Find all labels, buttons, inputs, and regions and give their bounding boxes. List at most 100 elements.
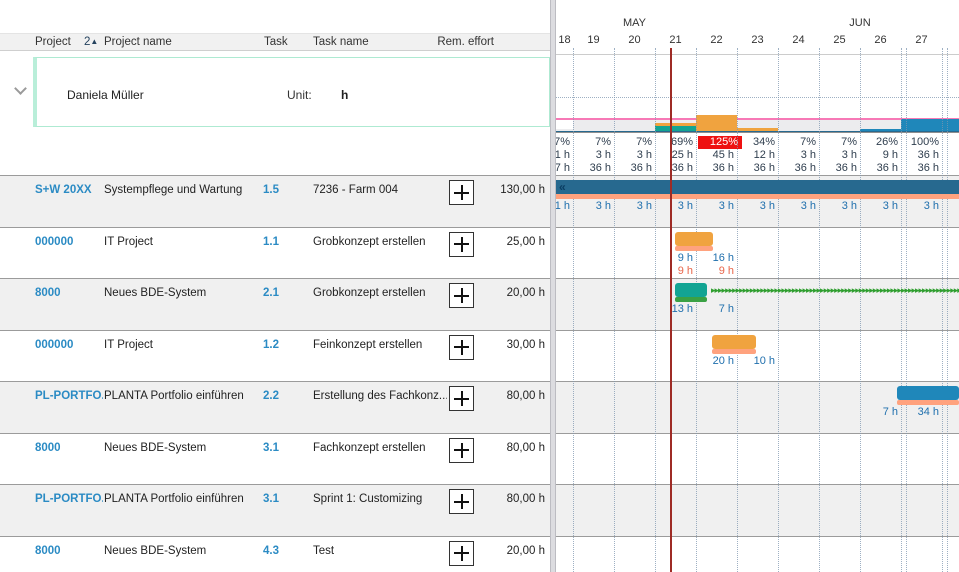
project-id-link[interactable]: PL-PORTFO... — [35, 493, 103, 505]
maintenance-load-bar — [614, 131, 655, 133]
task-bar[interactable] — [675, 232, 713, 246]
task-bar[interactable] — [712, 335, 756, 349]
project-id-link[interactable]: PL-PORTFO... — [35, 390, 103, 402]
expand-plus-button[interactable] — [449, 438, 474, 463]
utilization-percent-overload: 125% — [698, 136, 742, 149]
remaining-effort: 130,00 h — [500, 184, 545, 196]
task-name: Grobkonzept erstellen — [313, 287, 447, 299]
utilization-percent: 69% — [655, 136, 696, 149]
project-name: Neues BDE-System — [104, 545, 256, 557]
column-header-task[interactable]: Task — [264, 36, 288, 48]
project-name: Neues BDE-System — [104, 442, 256, 454]
project-id-link[interactable]: S+W 20XX — [35, 184, 103, 196]
sort-indicator[interactable]: 2▲ — [84, 36, 98, 48]
continues-left-icon: « — [559, 180, 566, 194]
task-bar[interactable]: « — [556, 180, 959, 194]
unit-label: Unit: — [287, 88, 312, 102]
load-hours: 25 h — [655, 149, 696, 162]
expand-plus-button[interactable] — [449, 283, 474, 308]
capacity-hours: 36 h — [860, 162, 901, 175]
week-label: 23 — [737, 34, 778, 47]
capacity-hours: 36 h — [655, 162, 696, 175]
project-id-link[interactable]: 000000 — [35, 236, 103, 248]
task-id-link[interactable]: 2.2 — [263, 390, 279, 402]
task-name: Grobkonzept erstellen — [313, 236, 447, 248]
task-bar[interactable] — [675, 283, 707, 297]
capacity-hours: 7 h — [556, 162, 573, 175]
bde-load-bar — [655, 126, 696, 131]
task-id-link[interactable]: 3.1 — [263, 442, 279, 454]
month-label: JUN — [830, 17, 890, 29]
portfolio-load-bar — [901, 119, 942, 131]
capacity-hours: 36 h — [778, 162, 819, 175]
load-hours: 9 h — [860, 149, 901, 162]
maintenance-load-bar — [860, 131, 901, 133]
histogram-plot — [556, 55, 959, 133]
month-label: MAY — [605, 17, 665, 29]
column-header-task-name[interactable]: Task name — [313, 36, 369, 48]
project-id-link[interactable]: 8000 — [35, 442, 103, 454]
task-name: Test — [313, 545, 447, 557]
utilization-percent: 7% — [573, 136, 614, 149]
unit-value: h — [341, 88, 348, 102]
resource-row[interactable]: Daniela Müller Unit: h — [33, 57, 550, 127]
task-row: 8000Neues BDE-System3.1Fachkonzept erste… — [0, 433, 959, 485]
column-header-project-name[interactable]: Project name — [104, 36, 172, 48]
maintenance-load-bar — [901, 131, 942, 133]
remaining-effort: 20,00 h — [507, 545, 545, 557]
histogram-gridline — [556, 97, 959, 98]
column-header-project[interactable]: Project — [35, 36, 71, 48]
load-hours: 3 h — [778, 149, 819, 162]
portfolio-load-bar — [942, 119, 959, 131]
expand-plus-button[interactable] — [449, 335, 474, 360]
project-id-link[interactable]: 8000 — [35, 287, 103, 299]
capacity-hours: 36 h — [696, 162, 737, 175]
load-hours: 12 h — [737, 149, 778, 162]
task-id-link[interactable]: 1.5 — [263, 184, 279, 196]
remaining-effort: 80,00 h — [507, 442, 545, 454]
column-header-rem-effort[interactable]: Rem. effort — [437, 36, 494, 48]
expand-plus-button[interactable] — [449, 180, 474, 205]
utilization-percent: 7% — [556, 136, 573, 149]
expand-plus-button[interactable] — [449, 386, 474, 411]
chevron-down-icon[interactable] — [14, 82, 27, 95]
week-label: 25 — [819, 34, 860, 47]
expand-plus-button[interactable] — [449, 232, 474, 257]
project-id-link[interactable]: 8000 — [35, 545, 103, 557]
load-hours: 1 h — [556, 149, 573, 162]
expand-plus-button[interactable] — [449, 489, 474, 514]
panel-splitter[interactable] — [550, 0, 556, 572]
week-label: 22 — [696, 34, 737, 47]
capacity-bar — [778, 119, 819, 133]
capacity-hours: 36 h — [737, 162, 778, 175]
task-name: Sprint 1: Customizing — [313, 493, 447, 505]
project-name: Systempflege und Wartung — [104, 184, 256, 196]
week-label: 19 — [573, 34, 614, 47]
utilization-percent: 7% — [778, 136, 819, 149]
task-id-link[interactable]: 3.1 — [263, 493, 279, 505]
task-row: 8000Neues BDE-System 4.3 Test 20,00 h — [0, 536, 959, 572]
task-bar[interactable] — [897, 386, 959, 400]
load-hours: 3 h — [614, 149, 655, 162]
today-line — [670, 48, 672, 572]
remaining-effort: 25,00 h — [507, 236, 545, 248]
task-id-link[interactable]: 4.3 — [263, 545, 279, 557]
utilization-histogram: 7%7%7%69%125%34%7%7%26%100%1 h3 h3 h25 h… — [556, 55, 959, 175]
task-id-link[interactable]: 2.1 — [263, 287, 279, 299]
maintenance-load-bar — [556, 131, 573, 133]
project-name: PLANTA Portfolio einführen — [104, 390, 256, 402]
remaining-effort: 80,00 h — [507, 493, 545, 505]
planta-resource-schedule: Project 2▲ Project name Task Task name R… — [0, 0, 959, 572]
project-id-link[interactable]: 000000 — [35, 339, 103, 351]
capacity-hours: 36 h — [614, 162, 655, 175]
expand-plus-button[interactable] — [449, 541, 474, 566]
utilization-percent: 34% — [737, 136, 778, 149]
task-id-link[interactable]: 1.1 — [263, 236, 279, 248]
remaining-effort: 80,00 h — [507, 390, 545, 402]
project-name: Neues BDE-System — [104, 287, 256, 299]
portfolio-load-bar — [860, 129, 901, 131]
task-id-link[interactable]: 1.2 — [263, 339, 279, 351]
utilization-percent: 26% — [860, 136, 901, 149]
load-hours: 45 h — [696, 149, 737, 162]
capacity-hours: 36 h — [819, 162, 860, 175]
